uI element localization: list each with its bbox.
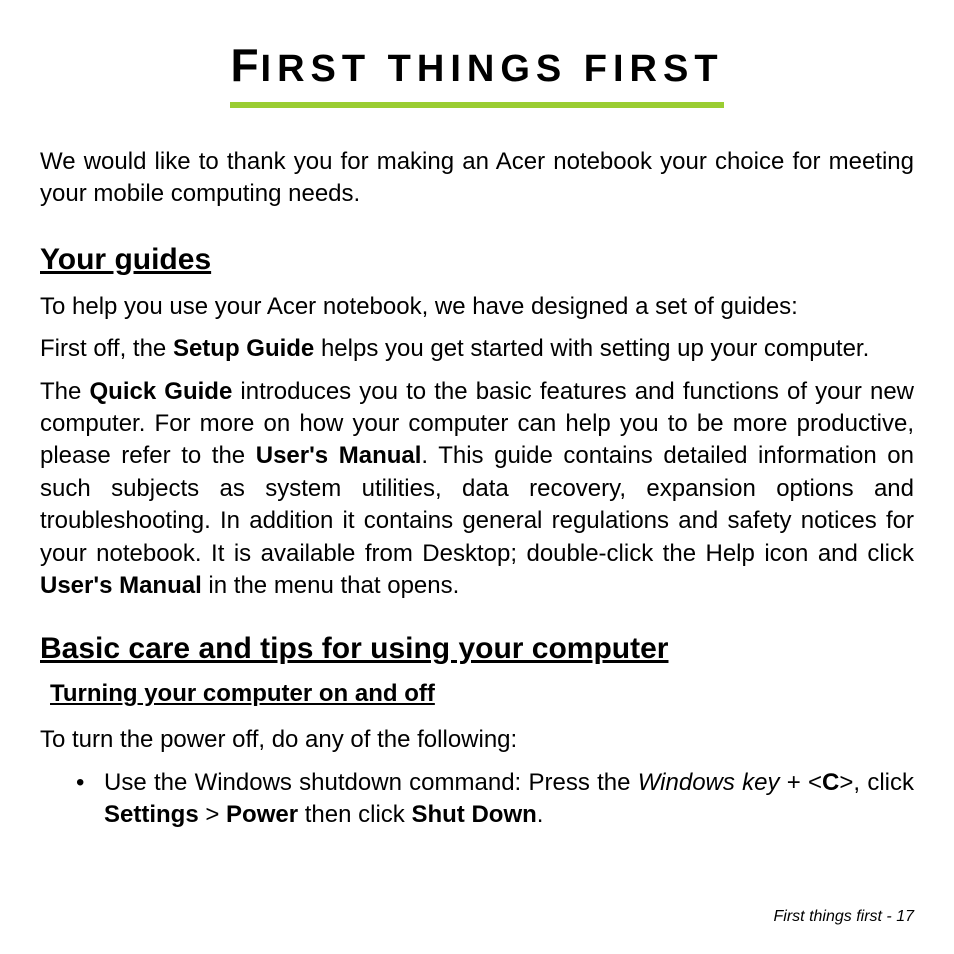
guides-p3: The Quick Guide introduces you to the ba… xyxy=(40,376,914,603)
intro-paragraph: We would like to thank you for making an… xyxy=(40,146,914,211)
bold-power: Power xyxy=(226,801,298,828)
title-rest: IRST THINGS FIRST xyxy=(261,48,724,90)
guides-p1: To help you use your Acer notebook, we h… xyxy=(40,291,914,323)
section-your-guides: Your guides To help you use your Acer no… xyxy=(40,243,914,603)
bold-settings: Settings xyxy=(104,801,199,828)
page-title: FIRST THINGS FIRST xyxy=(230,38,723,108)
care-list: Use the Windows shutdown command: Press … xyxy=(40,767,914,832)
page-title-wrapper: FIRST THINGS FIRST xyxy=(40,38,914,108)
bold-quick-guide: Quick Guide xyxy=(89,378,232,405)
bold-shut-down: Shut Down xyxy=(411,801,536,828)
guides-p2: First off, the Setup Guide helps you get… xyxy=(40,333,914,365)
italic-windows-key: Windows key xyxy=(638,769,780,796)
heading-your-guides: Your guides xyxy=(40,243,914,277)
bold-setup-guide: Setup Guide xyxy=(173,335,314,362)
title-first-letter: F xyxy=(230,39,260,91)
bold-key-c: C xyxy=(822,769,839,796)
bold-users-manual-2: User's Manual xyxy=(40,572,202,599)
subheading-turning-on-off: Turning your computer on and off xyxy=(50,680,914,708)
section-basic-care: Basic care and tips for using your compu… xyxy=(40,632,914,831)
heading-basic-care: Basic care and tips for using your compu… xyxy=(40,632,914,666)
page-footer: First things first - 17 xyxy=(774,908,914,926)
list-item: Use the Windows shutdown command: Press … xyxy=(76,767,914,832)
care-p1: To turn the power off, do any of the fol… xyxy=(40,724,914,756)
bold-users-manual-1: User's Manual xyxy=(256,442,422,469)
